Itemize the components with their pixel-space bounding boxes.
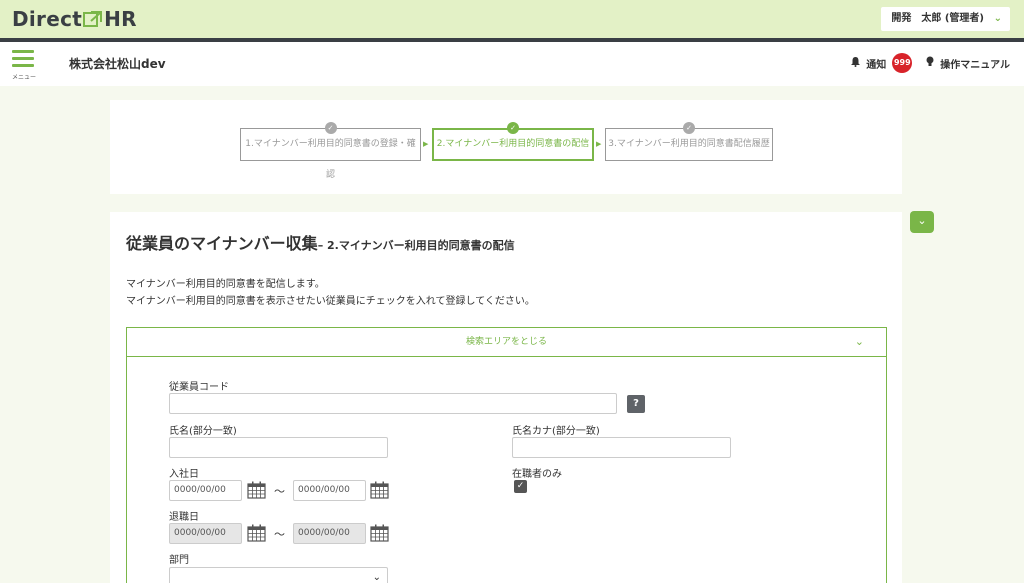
menu-label: メニュー	[11, 74, 36, 81]
calendar-icon[interactable]	[370, 524, 389, 542]
check-icon: ✓	[516, 481, 525, 491]
main-content: 従業員のマイナンバー収集– 2.マイナンバー利用目的同意書の配信 マイナンバー利…	[110, 212, 902, 583]
manual-link[interactable]: 操作マニュアル	[940, 56, 1010, 71]
company-name: 株式会社松山dev	[69, 57, 166, 71]
user-menu[interactable]: 開発 太郎 (管理者) ⌄	[881, 7, 1010, 31]
retire-date-to-input[interactable]: 0000/00/00	[293, 523, 366, 544]
chevron-down-icon: ⌄	[854, 335, 864, 348]
hamburger-icon-bar	[12, 57, 34, 60]
chevron-down-icon: ⌄	[993, 13, 1002, 24]
chevron-down-icon: ⌄	[917, 214, 927, 227]
description-line-1: マイナンバー利用目的同意書を配信します。	[126, 279, 325, 290]
logo-arrow-icon	[83, 9, 103, 29]
active-only-label: 在職者のみ	[512, 469, 562, 480]
step-arrow-icon: ▶	[423, 140, 429, 148]
step-1[interactable]: ✓ 1.マイナンバー利用目的同意書の登録・確認	[240, 122, 421, 180]
step-indicator: ✓ 1.マイナンバー利用目的同意書の登録・確認 ▶ ✓ 2.マイナンバー利用目的…	[110, 100, 902, 194]
employee-code-label: 従業員コード	[169, 382, 229, 393]
header-actions: 通知 999 操作マニュアル	[851, 53, 1010, 73]
help-button[interactable]: ?	[627, 395, 645, 413]
dept-label: 部門	[169, 555, 189, 566]
logo-text-right: HR	[104, 7, 137, 31]
check-icon: ✓	[324, 122, 337, 134]
employee-code-input[interactable]	[169, 393, 617, 414]
notify-link[interactable]: 通知	[866, 56, 886, 71]
page-subtitle: – 2.マイナンバー利用目的同意書の配信	[317, 239, 515, 252]
retire-date-from-input[interactable]: 0000/00/00	[169, 523, 242, 544]
step-arrow-icon: ▶	[596, 140, 602, 148]
collapse-toggle-button[interactable]: ⌄	[910, 211, 934, 233]
app-logo[interactable]: Direct HR	[12, 7, 137, 31]
search-area: 検索エリアをとじる ⌄ 従業員コード ? 氏名(部分一致) 氏名カナ(部分一致)…	[126, 327, 887, 583]
kana-input[interactable]	[512, 437, 731, 458]
hire-date-to-input[interactable]: 0000/00/00	[293, 480, 366, 501]
menu-button[interactable]: メニュー	[12, 50, 36, 81]
check-icon: ✓	[507, 122, 519, 134]
sub-header: メニュー 株式会社松山dev 通知 999 操作マニュアル	[0, 42, 1024, 86]
step-1-label: 1.マイナンバー利用目的同意書の登録・確認	[245, 139, 416, 180]
page-title: 従業員のマイナンバー収集– 2.マイナンバー利用目的同意書の配信	[126, 230, 515, 254]
user-name: 開発 太郎 (管理者)	[891, 13, 984, 24]
step-3-label: 3.マイナンバー利用目的同意書配信履歴	[608, 139, 770, 149]
step-3[interactable]: ✓ 3.マイナンバー利用目的同意書配信履歴	[605, 122, 773, 161]
dept-select[interactable]: ⌄	[169, 567, 388, 583]
hamburger-icon-bar	[12, 64, 34, 67]
calendar-icon[interactable]	[247, 481, 266, 499]
lightbulb-icon	[926, 56, 934, 70]
chevron-down-icon: ⌄	[372, 572, 381, 583]
calendar-icon[interactable]	[370, 481, 389, 499]
range-separator: ～	[274, 528, 285, 541]
hamburger-icon	[12, 50, 34, 53]
step-2-label: 2.マイナンバー利用目的同意書の配信	[436, 139, 590, 149]
step-2[interactable]: ✓ 2.マイナンバー利用目的同意書の配信	[432, 122, 594, 161]
description-line-2: マイナンバー利用目的同意書を表示させたい従業員にチェックを入れて登録してください…	[126, 296, 535, 307]
name-input[interactable]	[169, 437, 388, 458]
logo-text-left: Direct	[12, 7, 83, 31]
notify-count-badge[interactable]: 999	[892, 53, 913, 73]
range-separator: ～	[274, 485, 285, 498]
calendar-icon[interactable]	[247, 524, 266, 542]
hire-date-from-input[interactable]: 0000/00/00	[169, 480, 242, 501]
top-bar: Direct HR 開発 太郎 (管理者) ⌄	[0, 0, 1024, 38]
check-icon: ✓	[683, 122, 695, 134]
name-label: 氏名(部分一致)	[169, 426, 237, 437]
kana-label: 氏名カナ(部分一致)	[512, 426, 600, 437]
hire-date-label: 入社日	[169, 469, 199, 480]
page-title-text: 従業員のマイナンバー収集	[126, 234, 318, 253]
search-toggle-label: 検索エリアをとじる	[465, 337, 547, 347]
retire-date-label: 退職日	[169, 512, 199, 523]
active-only-checkbox[interactable]: ✓	[514, 480, 527, 493]
bell-icon	[851, 56, 861, 70]
search-area-toggle[interactable]: 検索エリアをとじる ⌄	[127, 328, 886, 357]
